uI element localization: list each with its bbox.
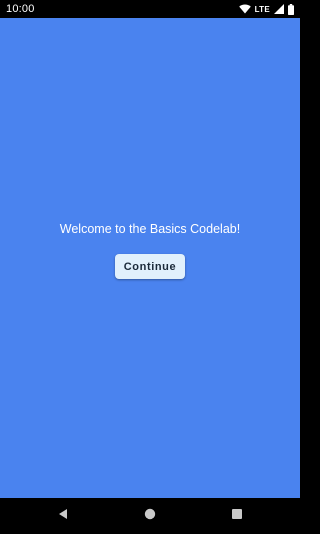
app-screen: 10:00 LTE Welcome to the Basics Codelab!… [0,0,300,534]
main-content: Welcome to the Basics Codelab! Continue [0,18,300,498]
status-bar: 10:00 LTE [0,0,300,18]
status-icons: LTE [238,3,294,15]
continue-button[interactable]: Continue [115,254,185,279]
welcome-text: Welcome to the Basics Codelab! [59,222,241,236]
home-icon [144,507,156,525]
recents-button[interactable] [228,507,246,525]
recents-icon [231,507,243,525]
network-type: LTE [254,4,270,14]
status-time: 10:00 [6,3,35,15]
signal-icon [274,4,284,14]
battery-icon [288,3,294,15]
home-button[interactable] [141,507,159,525]
back-button[interactable] [54,507,72,525]
wifi-icon [238,4,251,14]
back-icon [57,507,69,525]
navigation-bar [0,498,300,534]
